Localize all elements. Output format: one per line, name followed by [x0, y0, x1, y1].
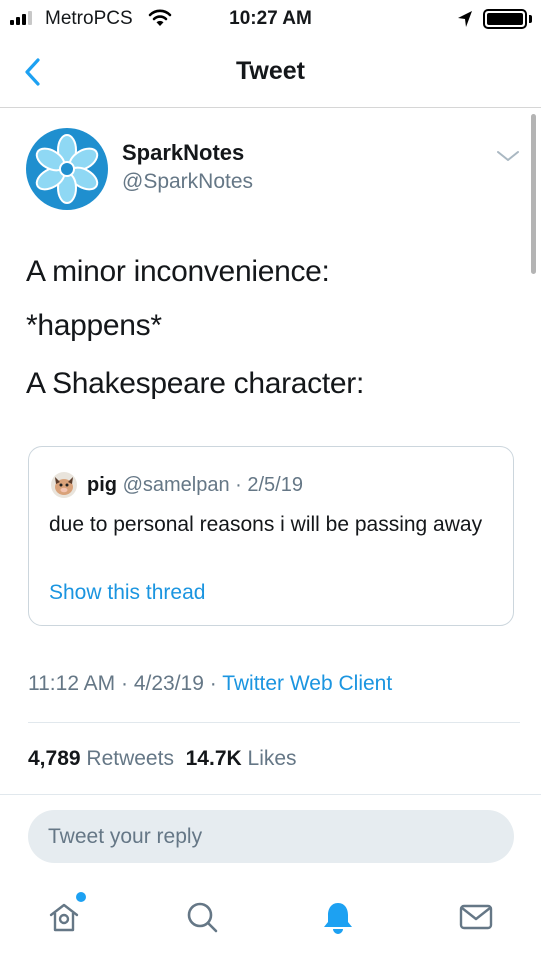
scrollbar[interactable] — [531, 114, 536, 274]
quoted-avatar — [51, 472, 77, 498]
client-link[interactable]: Twitter Web Client — [222, 672, 392, 695]
show-thread-link[interactable]: Show this thread — [49, 581, 205, 605]
search-icon — [187, 902, 218, 933]
author-name[interactable]: SparkNotes — [122, 140, 244, 166]
avatar[interactable] — [26, 128, 108, 210]
quoted-header: pig @samelpan · 2/5/19 — [87, 474, 303, 497]
home-icon — [49, 903, 79, 932]
tweet-text-line: A minor inconvenience: — [26, 255, 330, 288]
reply-input[interactable]: Tweet your reply — [28, 810, 514, 863]
tweet-text-line: *happens* — [26, 309, 162, 342]
quoted-author-name: pig — [87, 474, 117, 496]
tweet-options-button[interactable] — [494, 146, 522, 166]
tweet-time: 11:12 AM · 4/23/19 · — [28, 672, 223, 695]
new-tweets-indicator — [76, 892, 86, 902]
tweet-timestamp: 11:12 AM · 4/23/19 · Twitter Web Client — [28, 672, 392, 696]
retweets-stat[interactable]: 4,789 Retweets — [28, 747, 174, 770]
tweet-text-line: A Shakespeare character: — [26, 367, 365, 400]
chevron-down-icon — [497, 151, 519, 161]
likes-label: Likes — [247, 747, 297, 770]
tweet-stats: 4,789 Retweets 14.7K Likes — [28, 747, 297, 771]
quoted-tweet[interactable]: pig @samelpan · 2/5/19 due to personal r… — [28, 446, 514, 626]
tab-messages[interactable] — [454, 895, 498, 939]
battery-cap — [529, 15, 532, 23]
likes-stat[interactable]: 14.7K Likes — [186, 747, 297, 770]
battery-icon — [483, 9, 527, 29]
status-bar: MetroPCS 10:27 AM — [0, 0, 541, 38]
messages-icon — [459, 904, 493, 930]
retweets-count: 4,789 — [28, 747, 81, 770]
tab-notifications[interactable] — [316, 895, 360, 939]
quoted-meta: @samelpan · 2/5/19 — [122, 474, 303, 496]
sparknotes-logo-icon — [35, 134, 99, 204]
tab-search[interactable] — [180, 895, 224, 939]
divider — [28, 722, 520, 723]
page-title: Tweet — [236, 57, 305, 85]
location-arrow-icon — [456, 9, 474, 34]
nav-bar: Tweet — [0, 38, 541, 108]
retweets-label: Retweets — [86, 747, 174, 770]
pig-avatar-icon — [55, 477, 73, 495]
likes-count: 14.7K — [185, 747, 242, 770]
author-handle[interactable]: @SparkNotes — [122, 170, 253, 194]
notifications-icon — [324, 903, 352, 934]
quoted-text: due to personal reasons i will be passin… — [49, 513, 483, 536]
divider — [0, 794, 541, 795]
